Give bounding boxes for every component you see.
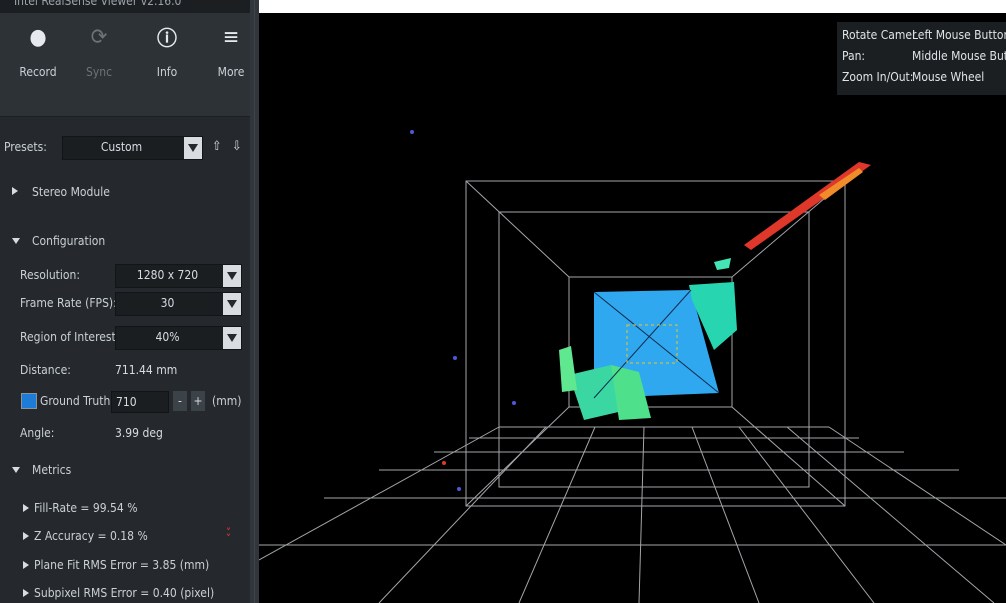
resolution-value: 1280 x 720	[136, 268, 199, 282]
metric-plane-fit-label: Plane Fit RMS Error = 3.85 (mm)	[34, 558, 210, 572]
view-top-border	[259, 0, 1006, 13]
upload-preset-icon[interactable]: ⇧	[212, 139, 222, 154]
3d-point-cloud-view[interactable]: Rotate Camer Left Mouse Button Pan: Midd…	[259, 0, 1006, 603]
rotate-binding-label: Left Mouse Button	[912, 28, 1006, 42]
chevron-down-icon	[223, 265, 241, 287]
controls-help-overlay: Rotate Camer Left Mouse Button Pan: Midd…	[837, 22, 1006, 95]
distance-value: 711.44 mm	[115, 363, 178, 377]
metrics-header[interactable]: Metrics	[0, 462, 250, 480]
panel-splitter[interactable]	[250, 0, 259, 603]
ground-truth-row: Ground Truth: 710 - + (mm)	[0, 390, 250, 413]
frame-rate-label: Frame Rate (FPS):	[20, 296, 117, 310]
info-button[interactable]: ⓘ Info	[139, 21, 195, 79]
expand-arrow-icon	[23, 532, 29, 540]
decrement-button[interactable]: -	[173, 391, 187, 411]
ground-truth-value: 710	[116, 395, 137, 409]
configuration-header[interactable]: Configuration	[0, 233, 250, 251]
record-circle-icon: ●	[29, 25, 47, 50]
ground-truth-input[interactable]: 710	[111, 391, 169, 413]
more-button[interactable]: ≡ More	[203, 21, 250, 79]
chevron-down-icon	[184, 137, 202, 159]
ground-truth-unit: (mm)	[212, 394, 242, 408]
collapse-arrow-icon	[12, 467, 20, 473]
chevron-down-icon	[223, 293, 241, 315]
roi-dropdown[interactable]: 40%	[115, 326, 242, 350]
main-toolbar: ● Record ⟳ Sync ⓘ Info ≡ More	[0, 13, 250, 117]
window-title: Intel RealSense Viewer v2.16.0	[14, 0, 182, 8]
presets-label: Presets:	[4, 140, 47, 154]
hamburger-menu-icon: ≡	[222, 25, 240, 50]
sync-arrows-icon: ⟳	[90, 25, 108, 50]
metric-plane-fit[interactable]: Plane Fit RMS Error = 3.85 (mm)	[0, 557, 250, 575]
angle-label: Angle:	[20, 426, 55, 440]
pan-binding-label: Middle Mouse Butto	[912, 49, 1006, 63]
info-icon: ⓘ	[157, 26, 177, 50]
angle-value: 3.99 deg	[115, 426, 163, 440]
zoom-binding-label: Mouse Wheel	[912, 70, 985, 84]
metrics-label: Metrics	[32, 463, 72, 477]
roi-row: Region of Interest: 40%	[0, 326, 250, 350]
expand-arrow-icon	[12, 187, 18, 195]
realsense-viewer-window: Intel RealSense Viewer v2.16.0 ● Record …	[0, 0, 1006, 603]
roi-label: Region of Interest:	[20, 330, 120, 344]
pan-action-label: Pan:	[842, 49, 866, 63]
configuration-label: Configuration	[32, 234, 106, 248]
presets-value: Custom	[100, 140, 143, 154]
expand-arrow-icon	[23, 504, 29, 512]
ground-truth-checkbox[interactable]	[21, 393, 37, 409]
stereo-module-header[interactable]: Stereo Module	[0, 184, 250, 202]
stereo-module-label: Stereo Module	[32, 185, 110, 199]
expand-arrow-icon	[23, 561, 29, 569]
frame-rate-value: 30	[160, 296, 175, 310]
frame-rate-row: Frame Rate (FPS): 30	[0, 292, 250, 316]
metric-fill-rate[interactable]: Fill-Rate = 99.54 %	[0, 500, 250, 518]
frame-rate-dropdown[interactable]: 30	[115, 292, 242, 316]
increment-button[interactable]: +	[191, 391, 205, 411]
info-label: Info	[156, 65, 178, 79]
resolution-dropdown[interactable]: 1280 x 720	[115, 264, 242, 288]
record-button[interactable]: ● Record	[10, 21, 66, 79]
collapse-arrow-icon	[12, 238, 20, 244]
zoom-action-label: Zoom In/Out:	[842, 70, 914, 84]
resolution-row: Resolution: 1280 x 720	[0, 264, 250, 288]
angle-row: Angle: 3.99 deg	[0, 425, 250, 443]
window-titlebar: Intel RealSense Viewer v2.16.0	[0, 0, 250, 13]
presets-row: Presets: Custom ⇧ ⇩	[0, 136, 250, 160]
metric-z-accuracy-label: Z Accuracy = 0.18 %	[34, 529, 148, 543]
more-label: More	[217, 65, 245, 79]
sync-label: Sync	[85, 65, 113, 79]
metric-z-accuracy[interactable]: Z Accuracy = 0.18 % ˅ ˅	[0, 526, 250, 546]
ground-truth-label: Ground Truth:	[40, 394, 114, 408]
metric-subpixel[interactable]: Subpixel RMS Error = 0.40 (pixel)	[0, 585, 250, 603]
warning-chevron-icon: ˅ ˅	[226, 526, 231, 545]
distance-row: Distance: 711.44 mm	[0, 362, 250, 380]
chevron-down-icon	[223, 327, 241, 349]
distance-label: Distance:	[20, 363, 71, 377]
download-preset-icon[interactable]: ⇩	[232, 139, 242, 154]
roi-value: 40%	[155, 330, 180, 344]
presets-dropdown[interactable]: Custom	[62, 136, 203, 160]
resolution-label: Resolution:	[20, 268, 80, 282]
rotate-action-label: Rotate Camer	[842, 28, 917, 42]
expand-arrow-icon	[23, 589, 29, 597]
sidebar-panel: Intel RealSense Viewer v2.16.0 ● Record …	[0, 0, 250, 603]
sync-button[interactable]: ⟳ Sync	[71, 21, 127, 79]
record-label: Record	[19, 65, 57, 79]
metric-fill-rate-label: Fill-Rate = 99.54 %	[34, 501, 138, 515]
metric-subpixel-label: Subpixel RMS Error = 0.40 (pixel)	[34, 586, 215, 600]
